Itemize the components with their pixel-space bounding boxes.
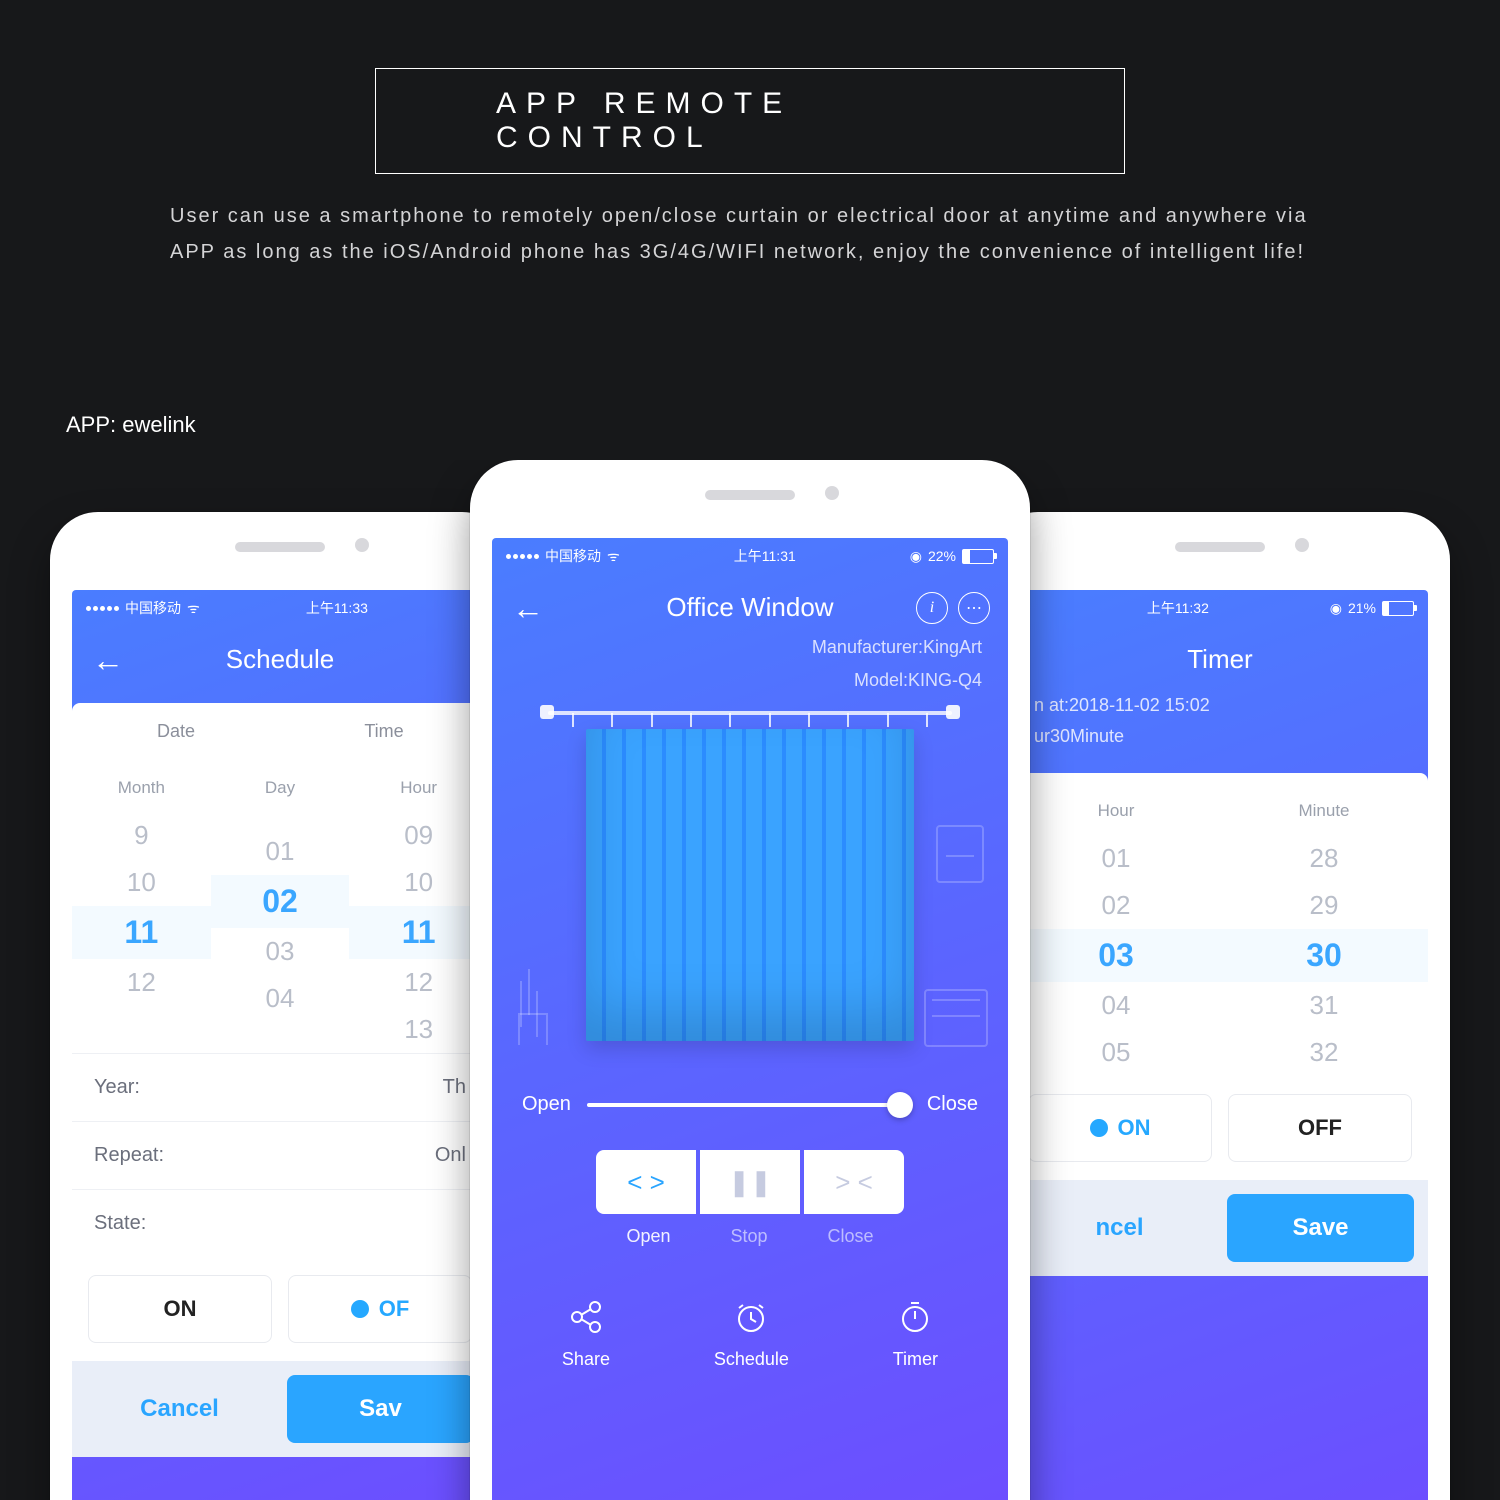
row-year[interactable]: Year:Th — [72, 1053, 488, 1121]
page-title-frame: APP REMOTE CONTROL — [375, 68, 1125, 174]
close-label: Close — [927, 1093, 978, 1116]
more-icon[interactable]: ⋯ — [958, 592, 990, 624]
plant-icon — [514, 955, 548, 1045]
state-off-button[interactable]: OF — [288, 1275, 472, 1343]
save-button[interactable]: Sav — [287, 1375, 474, 1443]
date-picker[interactable]: Month 9 10 11 12 Day 01 02 03 — [72, 760, 488, 1053]
state-off-button[interactable]: OFF — [1228, 1094, 1412, 1162]
state-on-button[interactable]: ON — [1028, 1094, 1212, 1162]
phone-timer: 上午11:32 ◉21% Timer n at:2018-11-02 15:02… — [990, 512, 1450, 1500]
nav-timer[interactable]: Timer — [893, 1295, 938, 1370]
cancel-button[interactable]: ncel — [1026, 1194, 1213, 1262]
timer-duration: ur30Minute — [1012, 716, 1428, 747]
phone-schedule: 中国移动ᯤ 上午11:33 ← Schedule Date Time Mont — [50, 512, 510, 1500]
back-button[interactable]: ← — [92, 644, 124, 676]
position-slider[interactable] — [587, 1103, 911, 1107]
back-button[interactable]: ← — [512, 592, 544, 624]
wifi-icon: ᯤ — [607, 547, 620, 566]
open-button[interactable]: < > — [596, 1150, 696, 1214]
stop-button[interactable]: ❚❚ — [700, 1150, 800, 1214]
nav-schedule[interactable]: Schedule — [714, 1295, 789, 1370]
info-icon[interactable]: i — [916, 592, 948, 624]
open-label: Open — [522, 1093, 571, 1116]
clock-icon — [729, 1295, 773, 1339]
share-icon — [564, 1295, 608, 1339]
state-on-button[interactable]: ON — [88, 1275, 272, 1343]
page-title: APP REMOTE CONTROL — [496, 87, 792, 154]
tab-date[interactable]: Date — [72, 703, 280, 760]
save-button[interactable]: Save — [1227, 1194, 1414, 1262]
time-picker[interactable]: Hour 01 02 03 04 05 Minute 28 29 30 — [1012, 773, 1428, 1076]
page-description: User can use a smartphone to remotely op… — [170, 198, 1330, 270]
row-repeat[interactable]: Repeat:Onl — [72, 1121, 488, 1189]
manufacturer-label: Manufacturer:KingArt — [492, 633, 1008, 666]
picture-icon — [936, 825, 984, 883]
app-label: APP: ewelink — [66, 412, 196, 438]
cancel-button[interactable]: Cancel — [86, 1375, 273, 1443]
close-button[interactable]: > < — [804, 1150, 904, 1214]
screen-title: Schedule — [226, 644, 334, 675]
phone-device: 中国移动ᯤ 上午11:31 ◉22% ← Office Window i ⋯ M… — [470, 460, 1030, 1500]
curtain-illustration — [522, 705, 978, 1065]
status-bar: 上午11:32 ◉21% — [1012, 590, 1428, 626]
nav-share[interactable]: Share — [562, 1295, 610, 1370]
row-state: State: — [72, 1189, 488, 1257]
screen-title: Timer — [1187, 644, 1252, 675]
status-bar: 中国移动ᯤ 上午11:33 — [72, 590, 488, 626]
device-title: Office Window — [666, 592, 833, 623]
wifi-icon: ᯤ — [187, 599, 200, 618]
tab-time[interactable]: Time — [280, 703, 488, 760]
dresser-icon — [924, 989, 988, 1047]
status-bar: 中国移动ᯤ 上午11:31 ◉22% — [492, 538, 1008, 574]
timer-icon — [893, 1295, 937, 1339]
model-label: Model:KING-Q4 — [492, 666, 1008, 699]
timer-run-at: n at:2018-11-02 15:02 — [1012, 685, 1428, 716]
